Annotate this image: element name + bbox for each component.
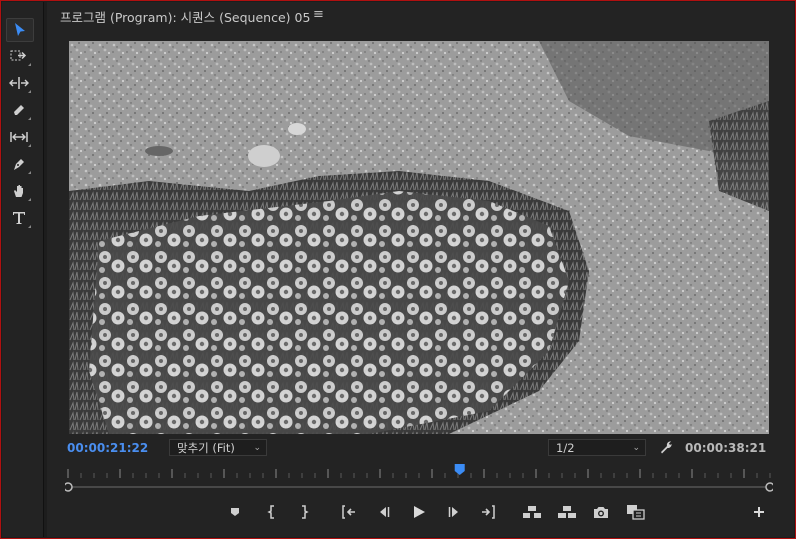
ruler-ticks [67,469,771,478]
go-to-in-icon [342,505,355,519]
panel-title: 프로그램 (Program): 시퀀스 (Sequence) 05 [60,10,311,25]
program-monitor-panel: 프로그램 (Program): 시퀀스 (Sequence) 05 ≡ 00:0… [47,2,794,537]
add-marker-button[interactable] [224,502,246,522]
hand-tool-icon [14,185,23,197]
video-viewer[interactable] [69,41,769,434]
export-frame-button[interactable] [590,502,612,522]
scroll-handle-left[interactable] [65,482,73,492]
step-back-icon [380,507,390,517]
slip-tool-icon [10,132,28,142]
extract-button[interactable] [556,502,578,522]
razor-tool-icon [14,105,24,115]
extract-icon [558,506,576,518]
scroll-handle-right[interactable] [765,482,773,492]
lift-icon [523,506,541,518]
zoom-level-value: 맞추기 (Fit) [177,441,235,455]
selection-tool[interactable] [6,18,34,42]
video-frame-image [69,41,769,434]
step-forward-icon [448,507,458,517]
go-to-out-button[interactable] [477,502,499,522]
tools-panel [2,2,44,537]
zoom-level-select[interactable]: 맞추기 (Fit) ⌄ [169,439,267,456]
settings-wrench-button[interactable] [658,439,674,459]
playback-resolution-value: 1/2 [556,441,575,455]
type-tool[interactable] [6,207,32,229]
track-select-forward-tool[interactable] [6,45,32,67]
camera-icon [594,507,608,518]
type-tool-icon [13,212,25,224]
ripple-edit-tool-icon [9,77,29,89]
program-monitor-window: 프로그램 (Program): 시퀀스 (Sequence) 05 ≡ 00:0… [0,0,796,539]
go-to-out-icon [482,505,495,519]
go-to-in-button[interactable] [338,502,360,522]
chevron-down-icon: ⌄ [253,443,261,453]
razor-tool[interactable] [6,99,32,121]
play-icon [414,506,425,518]
wrench-icon [661,441,672,454]
pen-tool[interactable] [6,153,32,175]
mark-out-icon [302,505,309,519]
comparison-view-button[interactable] [625,502,647,522]
mark-in-icon [267,505,274,519]
lift-button[interactable] [521,502,543,522]
duration-timecode: 00:00:38:21 [685,441,767,455]
playhead[interactable] [454,464,465,475]
marker-icon [231,508,239,516]
playback-resolution-select[interactable]: 1/2 ⌄ [548,439,646,456]
step-forward-button[interactable] [443,502,465,522]
current-timecode[interactable]: 00:00:21:22 [67,441,148,455]
mark-out-button[interactable] [293,502,315,522]
step-back-button[interactable] [373,502,395,522]
track-select-forward-tool-icon [10,50,27,61]
selection-tool-icon [15,23,25,36]
hand-tool[interactable] [6,180,32,202]
time-ruler[interactable] [65,464,773,494]
play-button[interactable] [408,502,430,522]
mark-in-button[interactable] [261,502,283,522]
chevron-down-icon: ⌄ [632,443,640,453]
ripple-edit-tool[interactable] [6,72,32,94]
add-button[interactable] [748,502,770,522]
panel-menu-icon[interactable]: ≡ [313,7,324,22]
transport-controls [47,502,794,522]
slip-tool[interactable] [6,126,32,148]
comparison-view-icon [627,505,645,520]
pen-tool-icon [14,159,24,170]
plus-icon [754,507,764,517]
